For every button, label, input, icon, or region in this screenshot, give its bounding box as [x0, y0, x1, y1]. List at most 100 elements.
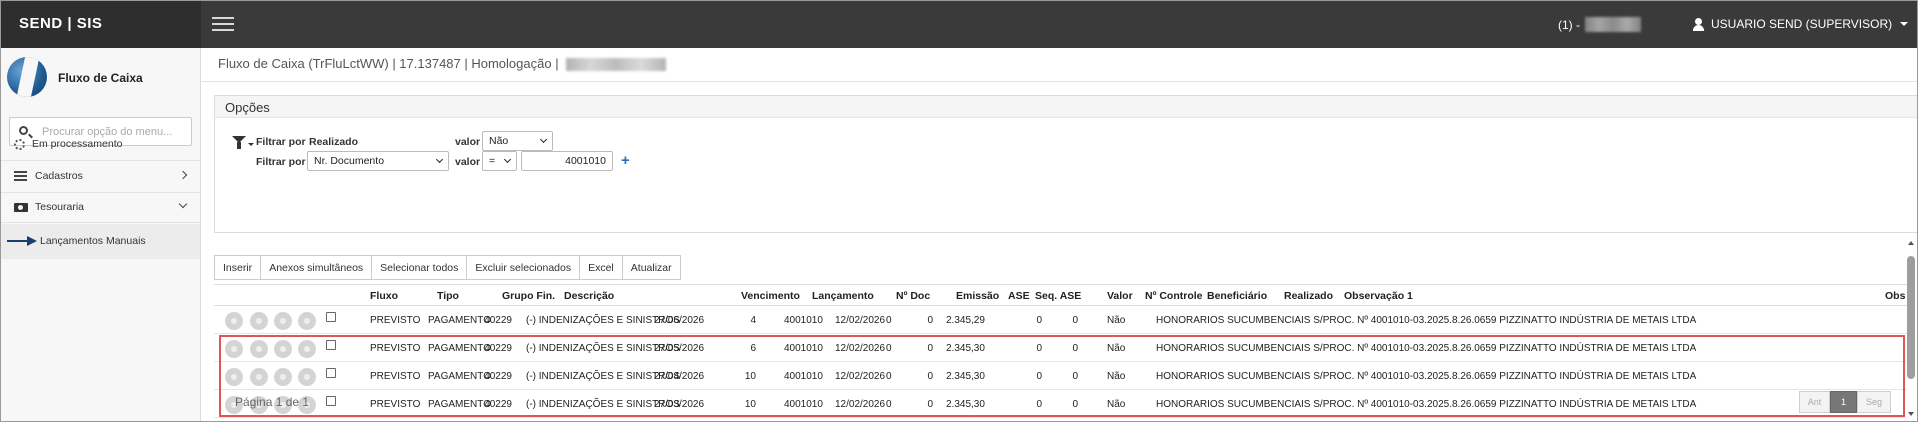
- value-label: valor: [455, 136, 481, 148]
- user-name: USUARIO SEND (SUPERVISOR): [1711, 17, 1893, 31]
- cell-emissao: 12/02/2026: [835, 315, 886, 326]
- dropdown-caret-icon: [503, 155, 512, 164]
- dropdown-caret-icon: [539, 135, 548, 144]
- col-beneficiario[interactable]: Beneficiário: [1207, 290, 1267, 302]
- breadcrumb: Fluxo de Caixa (TrFluLctWW) | 17.137487 …: [218, 56, 667, 72]
- dropdown-caret-icon: [435, 155, 444, 164]
- col-observacao-1[interactable]: Observação 1: [1344, 290, 1413, 302]
- sidebar-title: Fluxo de Caixa: [58, 71, 143, 85]
- cell-ndoc: 4001010: [784, 315, 823, 326]
- money-icon: [14, 203, 28, 212]
- sidebar-item-label: Em processamento: [32, 138, 123, 150]
- selection-highlight: [219, 335, 1905, 417]
- col-grupo-fin[interactable]: Grupo Fin.: [502, 290, 555, 302]
- value-label: valor: [455, 156, 481, 168]
- sidebar-item-label: Cadastros: [35, 170, 83, 182]
- vertical-scrollbar[interactable]: [1907, 256, 1915, 379]
- spinner-icon: [14, 138, 25, 150]
- brand-logo-text[interactable]: SEND | SIS: [19, 15, 102, 32]
- select-all-button[interactable]: Selecionar todos: [371, 255, 468, 280]
- col-ase[interactable]: ASE: [1008, 290, 1030, 302]
- user-menu[interactable]: USUARIO SEND (SUPERVISOR): [1692, 17, 1909, 31]
- pager-page-1[interactable]: 1: [1830, 391, 1857, 413]
- data-grid: Fluxo Tipo Grupo Fin. Descrição Vencimen…: [214, 284, 1907, 421]
- edit-icon[interactable]: [250, 312, 268, 330]
- table-row[interactable]: PREVISTO PAGAMENTO 40229 (-) INDENIZAÇÕES E…: [214, 307, 1907, 334]
- insert-button[interactable]: Inserir: [214, 255, 262, 280]
- filter-label: Filtrar por: [256, 136, 306, 148]
- excel-button[interactable]: Excel: [579, 255, 623, 280]
- scroll-up-icon[interactable]: [1908, 241, 1914, 245]
- filter2-operator: =: [489, 155, 496, 167]
- delete-selected-button[interactable]: Excluir selecionados: [466, 255, 581, 280]
- sidebar-subitem-label: Lançamentos Manuais: [40, 235, 146, 247]
- attach-icon[interactable]: [298, 312, 316, 330]
- sidebar-item-em-processamento[interactable]: Em processamento: [1, 130, 200, 158]
- cell-ncontrole: 0: [1036, 315, 1042, 326]
- col-emissao[interactable]: Emissão: [956, 290, 999, 302]
- col-fluxo[interactable]: Fluxo: [370, 290, 398, 302]
- filter1-field: Realizado: [309, 136, 359, 148]
- cell-ase: 0: [886, 315, 892, 326]
- col-obs[interactable]: Obs: [1885, 290, 1905, 302]
- environment-label: (1) -: [1558, 18, 1580, 32]
- redacted-breadcrumb: [566, 58, 667, 72]
- top-bar: SEND | SIS (1) - USUARIO SEND (SUPERVISO…: [1, 1, 1917, 48]
- cell-grupo: 40229: [484, 315, 512, 326]
- delete-icon[interactable]: [274, 312, 292, 330]
- user-icon: [1692, 17, 1705, 31]
- filter-caret-icon[interactable]: [248, 143, 254, 146]
- page-title: Fluxo de Caixa (TrFluLctWW) | 17.137487 …: [218, 56, 559, 71]
- concurrent-attachments-button[interactable]: Anexos simultâneos: [260, 255, 373, 280]
- grid-header: Fluxo Tipo Grupo Fin. Descrição Vencimen…: [214, 285, 1907, 306]
- chevron-down-icon: [178, 199, 188, 209]
- filter2-field-select[interactable]: Nr. Documento: [307, 151, 449, 171]
- sidebar: Fluxo de Caixa Em processamento Cadastro…: [1, 48, 201, 421]
- col-valor[interactable]: Valor: [1107, 290, 1133, 302]
- col-realizado[interactable]: Realizado: [1284, 290, 1333, 302]
- col-descricao[interactable]: Descrição: [564, 290, 614, 302]
- cell-fluxo: PREVISTO: [370, 315, 421, 326]
- brand-area: SEND | SIS: [1, 1, 201, 48]
- pager-next-button[interactable]: Seg: [1857, 391, 1891, 413]
- filter2-value-input[interactable]: [521, 151, 613, 171]
- add-filter-button[interactable]: +: [621, 152, 630, 169]
- user-caret-icon: [1900, 22, 1909, 26]
- filter-label: Filtrar por: [256, 156, 306, 168]
- filter-icon[interactable]: [232, 136, 248, 150]
- cell-valor: 2.345,29: [946, 315, 985, 326]
- filter2-operator-select[interactable]: =: [482, 151, 517, 171]
- arrow-right-icon: [7, 236, 37, 246]
- sidebar-item-tesouraria[interactable]: Tesouraria: [1, 193, 200, 221]
- col-seq-ase[interactable]: Seq. ASE: [1035, 290, 1081, 302]
- company-logo-icon: [7, 57, 47, 97]
- app-window: SEND | SIS (1) - USUARIO SEND (SUPERVISO…: [0, 0, 1918, 422]
- pagination-text: Página 1 de 1: [235, 395, 310, 409]
- sidebar-item-label: Tesouraria: [35, 201, 85, 213]
- list-icon: [14, 170, 28, 182]
- chevron-right-icon: [178, 170, 188, 180]
- cell-lancamento: 4: [750, 315, 756, 326]
- options-panel: Opções Filtrar por Realizado valor Não F…: [214, 95, 1917, 233]
- refresh-button[interactable]: Atualizar: [621, 255, 681, 280]
- col-lancamento[interactable]: Lançamento: [812, 290, 874, 302]
- redacted-environment: [1585, 17, 1641, 32]
- menu-toggle-icon[interactable]: [212, 17, 234, 32]
- pager-prev-button[interactable]: Ant: [1799, 391, 1830, 413]
- col-tipo[interactable]: Tipo: [437, 290, 459, 302]
- cell-seqase: 0: [927, 315, 933, 326]
- grid-toolbar: Inserir Anexos simultâneos Selecionar to…: [214, 255, 681, 280]
- cell-vencimento: 27/06/2026: [654, 315, 705, 326]
- scroll-down-icon[interactable]: [1908, 412, 1914, 416]
- col-vencimento[interactable]: Vencimento: [741, 290, 800, 302]
- col-numero-controle[interactable]: Nº Controle: [1145, 290, 1203, 302]
- sidebar-subitem-lancamentos-manuais[interactable]: Lançamentos Manuais: [1, 224, 200, 259]
- filter1-value: Não: [489, 135, 509, 147]
- cell-realizado: Não: [1107, 315, 1126, 326]
- sidebar-item-cadastros[interactable]: Cadastros: [1, 162, 200, 190]
- view-icon[interactable]: [225, 312, 243, 330]
- filter1-value-select[interactable]: Não: [482, 131, 553, 151]
- row-checkbox[interactable]: [326, 312, 336, 322]
- cell-obs1: HONORARIOS SUCUMBENCIAIS S/PROC. Nº 4001…: [1156, 315, 1697, 326]
- col-numero-doc[interactable]: Nº Doc: [896, 290, 930, 302]
